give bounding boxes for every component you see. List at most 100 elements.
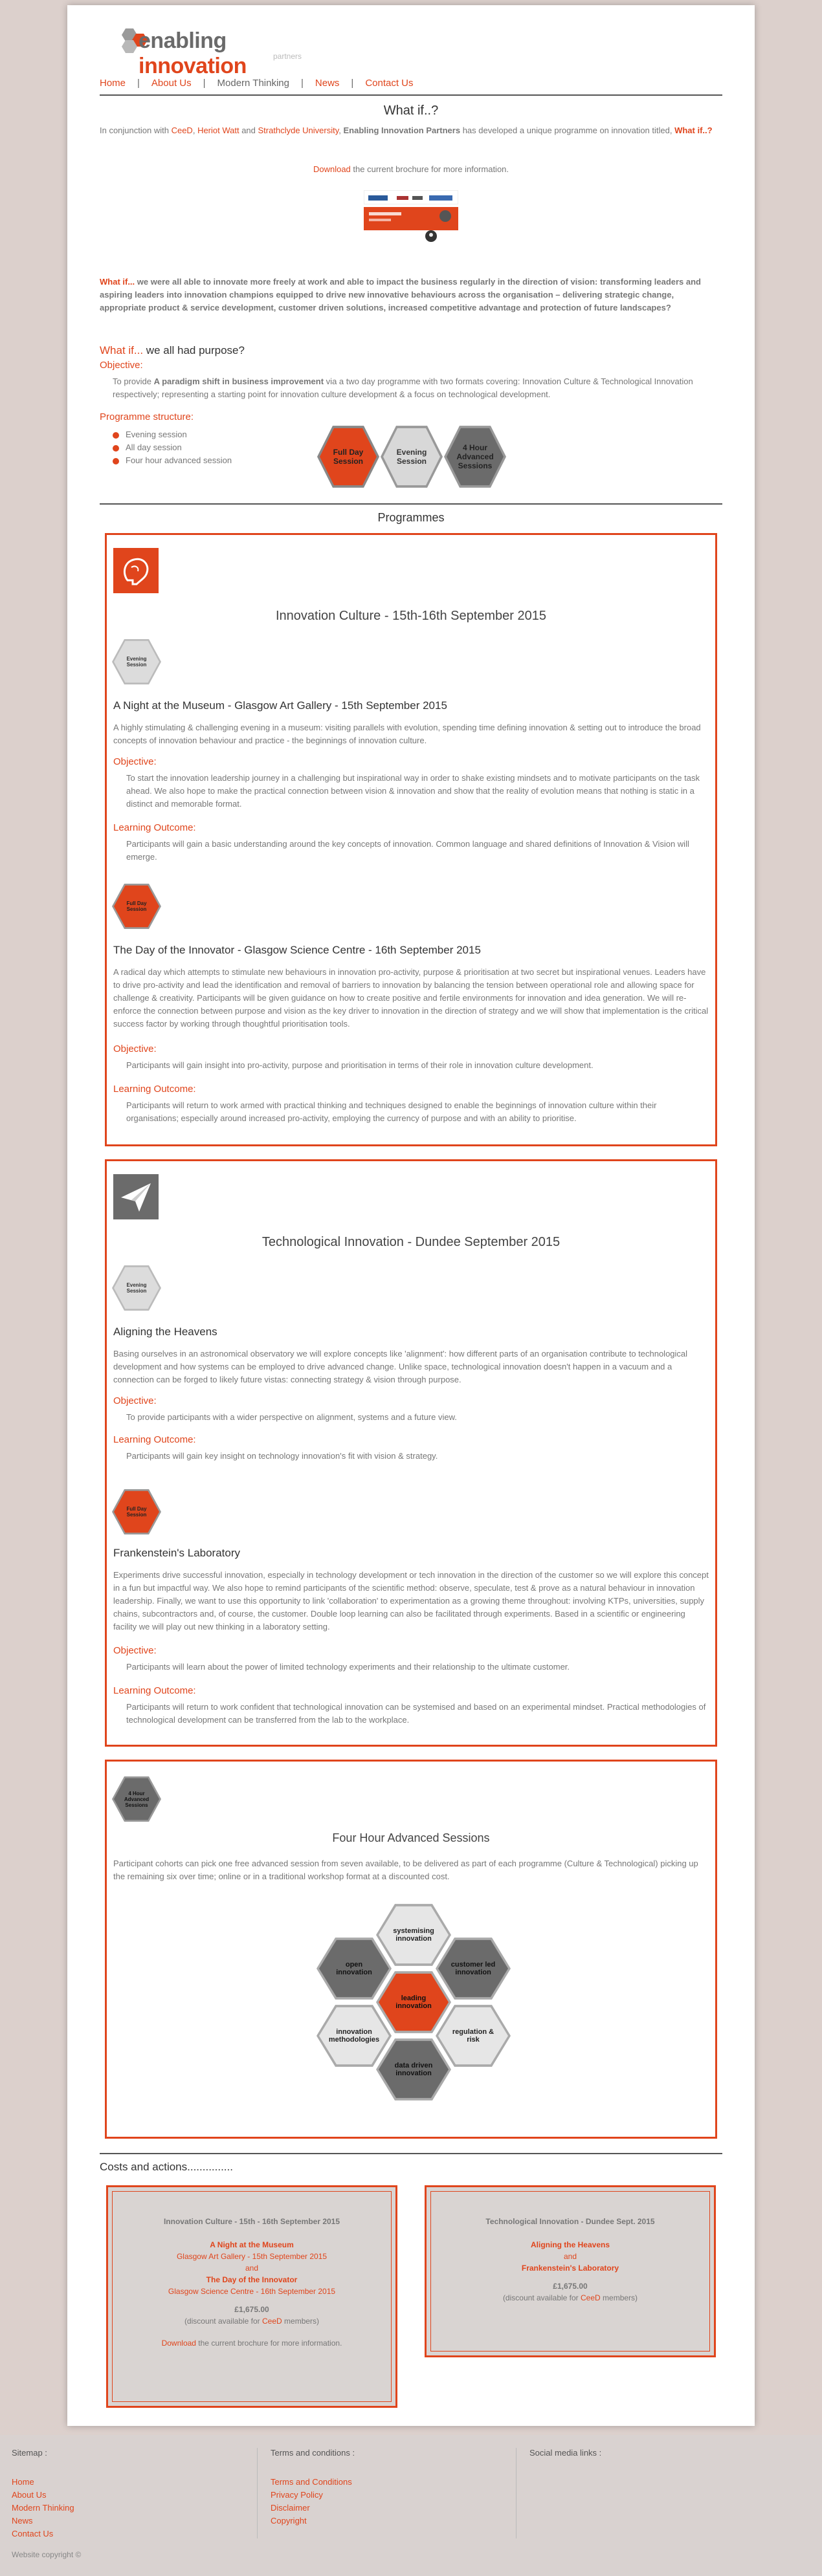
technological-innovation-box: Technological Innovation - Dundee Septem… xyxy=(105,1159,717,1747)
main-nav: Home | About Us | Modern Thinking | News | Conta… xyxy=(100,78,722,96)
advanced-sessions-box: 4 Hour Advanced Sessions Four Hour Advan… xyxy=(105,1760,717,2139)
footer-link-about-us[interactable]: About Us xyxy=(12,2489,257,2502)
discount-text: (discount available for xyxy=(502,2293,581,2302)
nav-separator: | xyxy=(203,78,206,89)
frankenstein-text: Experiments drive successful innovation,… xyxy=(113,1570,709,1632)
cost-item-title: Aligning the Heavens xyxy=(530,2240,610,2249)
intro-text: and xyxy=(239,126,258,135)
cost-box-tech: Technological Innovation - Dundee Sept. … xyxy=(425,2185,716,2357)
day-innovator-title: The Day of the Innovator - Glasgow Scien… xyxy=(113,944,481,956)
footer-link-copyright[interactable]: Copyright xyxy=(271,2515,516,2527)
day-innovator-outcome: Participants will return to work armed w… xyxy=(126,1100,657,1123)
nav-news[interactable]: News xyxy=(315,78,340,89)
ceed-link[interactable]: CeeD xyxy=(581,2293,601,2302)
intro-company-name: Enabling Innovation Partners xyxy=(343,126,461,135)
intro-text: , xyxy=(339,126,344,135)
learning-outcome-label: Learning Outcome: xyxy=(113,1434,196,1445)
structure-list: Evening session All day session Four hou… xyxy=(113,428,232,467)
hex-systemising-innovation[interactable]: systemising innovation xyxy=(379,1906,449,1964)
intro-paragraph: In conjunction with CeeD, Heriot Watt an… xyxy=(100,124,722,137)
nav-about-us[interactable]: About Us xyxy=(151,78,192,89)
footer-link-contact-us[interactable]: Contact Us xyxy=(12,2527,257,2540)
nav-modern-thinking[interactable]: Modern Thinking xyxy=(217,78,289,89)
aligning-heavens-outcome: Participants will gain key insight on te… xyxy=(126,1451,438,1461)
advanced-text: Participant cohorts can pick one free ad… xyxy=(113,1859,698,1881)
hex-regulation-risk[interactable]: regulation & risk xyxy=(438,2007,508,2065)
day-innovator-objective: Participants will gain insight into pro-… xyxy=(126,1060,594,1070)
bullet-icon xyxy=(113,431,119,439)
structure-item: All day session xyxy=(113,441,232,454)
objective-label: Objective: xyxy=(113,1043,157,1054)
nav-separator: | xyxy=(137,78,140,89)
frankenstein-outcome: Participants will return to work confide… xyxy=(126,1702,706,1725)
frankenstein-objective: Participants will learn about the power … xyxy=(126,1662,570,1672)
cost-item-venue: Glasgow Science Centre - 16th September … xyxy=(168,2287,336,2296)
footer-copyright: Website copyright © xyxy=(12,2550,82,2559)
logo-word-innovation: innovation xyxy=(139,54,247,78)
brochure-thumbnail[interactable] xyxy=(364,188,458,243)
footer-heading: Terms and conditions : xyxy=(271,2448,355,2458)
ceed-link[interactable]: CeeD xyxy=(262,2317,282,2326)
cost-discount: (discount available for CeeD members) xyxy=(108,2315,395,2327)
hex-data-driven-innovation[interactable]: data driven innovation xyxy=(379,2040,449,2099)
cost-item-title: A Night at the Museum xyxy=(210,2240,294,2249)
download-brochure-link[interactable]: Download xyxy=(313,164,351,174)
hex-leading-innovation[interactable]: leading innovation xyxy=(379,1973,449,2031)
discount-text: members) xyxy=(282,2317,320,2326)
heriot-watt-link[interactable]: Heriot Watt xyxy=(197,126,239,135)
nav-separator: | xyxy=(351,78,354,89)
hex-innovation-methodologies[interactable]: innovation methodologies xyxy=(319,2007,389,2065)
nav-home[interactable]: Home xyxy=(100,78,126,89)
page-container: enabling innovation partners Home | About … xyxy=(67,5,755,2426)
objective-label: Objective: xyxy=(113,1645,157,1656)
structure-item: Four hour advanced session xyxy=(113,454,232,467)
cost-item-and: and xyxy=(563,2252,577,2261)
cost-box-content: Technological Innovation - Dundee Sept. … xyxy=(427,2187,714,2304)
cost-price: £1,675.00 xyxy=(234,2305,269,2314)
objective-part: To provide xyxy=(113,377,154,386)
brain-icon xyxy=(123,558,149,585)
footer-link-disclaimer[interactable]: Disclaimer xyxy=(271,2502,516,2515)
cost-item-title: Frankenstein's Laboratory xyxy=(521,2264,619,2273)
costs-title: Costs and actions............... xyxy=(100,2161,233,2173)
footer-link-privacy[interactable]: Privacy Policy xyxy=(271,2489,516,2502)
objective-label: Objective: xyxy=(100,360,143,371)
partner-logos-icon xyxy=(368,195,452,201)
structure-item-label: Evening session xyxy=(126,430,187,439)
culture-icon xyxy=(113,548,159,593)
hex-open-innovation[interactable]: open innovation xyxy=(319,1939,389,1998)
cost-item-and: and xyxy=(245,2264,259,2273)
footer-link-modern-thinking[interactable]: Modern Thinking xyxy=(12,2502,257,2515)
objective-text: To provide A paradigm shift in business … xyxy=(113,375,722,401)
nav-contact-us[interactable]: Contact Us xyxy=(365,78,413,89)
objective-label: Objective: xyxy=(113,1395,157,1406)
download-brochure-link[interactable]: Download xyxy=(162,2339,196,2348)
day-innovator-text: A radical day which attempts to stimulat… xyxy=(113,967,709,1029)
cost-item-venue: Glasgow Art Gallery - 15th September 201… xyxy=(176,2252,328,2261)
discount-text: members) xyxy=(600,2293,638,2302)
advanced-title: Four Hour Advanced Sessions xyxy=(332,1831,490,1844)
bullet-icon xyxy=(113,444,119,452)
intro-text: In conjunction with xyxy=(100,126,172,135)
ceed-link[interactable]: CeeD xyxy=(172,126,193,135)
site-logo[interactable]: enabling innovation partners xyxy=(111,23,318,78)
cost-box-culture: Innovation Culture - 15th - 16th Septemb… xyxy=(106,2185,397,2408)
nav-separator: | xyxy=(300,78,304,89)
download-text: the current brochure for more informatio… xyxy=(350,164,509,174)
frankenstein-title: Frankenstein's Laboratory xyxy=(113,1547,241,1559)
aligning-heavens-text: Basing ourselves in an astronomical obse… xyxy=(113,1349,688,1384)
footer-link-news[interactable]: News xyxy=(12,2515,257,2527)
aligning-heavens-objective: To provide participants with a wider per… xyxy=(126,1412,457,1422)
night-museum-outcome: Participants will gain a basic understan… xyxy=(126,839,689,862)
strathclyde-link[interactable]: Strathclyde University xyxy=(258,126,339,135)
night-museum-text: A highly stimulating & challenging eveni… xyxy=(113,723,701,745)
cost-discount: (discount available for CeeD members) xyxy=(427,2292,714,2304)
footer-social: Social media links : xyxy=(529,2448,788,2538)
footer-link-home[interactable]: Home xyxy=(12,2476,257,2489)
purpose-text: we all had purpose? xyxy=(143,344,245,356)
footer-link-terms[interactable]: Terms and Conditions xyxy=(271,2476,516,2489)
brochure-person-icon xyxy=(425,230,437,242)
hex-customer-led-innovation[interactable]: customer led innovation xyxy=(438,1939,508,1998)
what-if-link[interactable]: What if..? xyxy=(674,126,713,135)
discount-text: (discount available for xyxy=(184,2317,263,2326)
